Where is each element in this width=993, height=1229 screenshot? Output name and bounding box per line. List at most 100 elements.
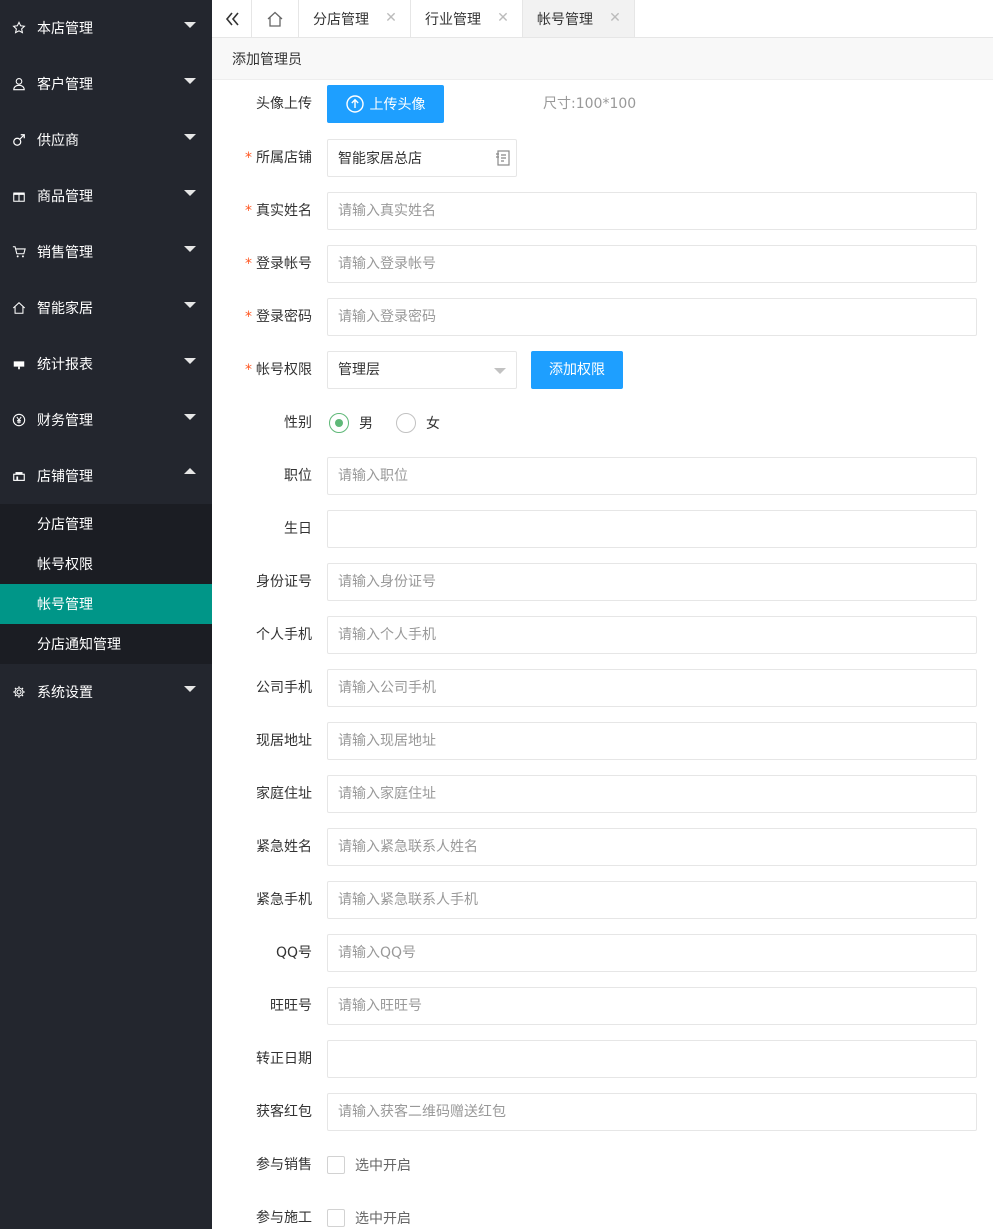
password-input[interactable] bbox=[327, 298, 977, 336]
mobile-row: 个人手机 bbox=[212, 616, 993, 654]
submenu-item-account-manage[interactable]: 帐号管理 bbox=[0, 584, 212, 624]
add-permission-button[interactable]: 添加权限 bbox=[531, 351, 623, 389]
redpacket-row: 获客红包 bbox=[212, 1093, 993, 1131]
submenu-item-branch-notice[interactable]: 分店通知管理 bbox=[0, 624, 212, 664]
emergency-mobile-input[interactable] bbox=[327, 881, 977, 919]
home-tab[interactable] bbox=[252, 0, 299, 37]
menu-label: 智能家居 bbox=[37, 301, 93, 317]
radio-label: 女 bbox=[426, 416, 440, 432]
radio-label: 男 bbox=[359, 416, 373, 432]
collapse-sidebar-button[interactable] bbox=[212, 0, 252, 37]
upload-icon bbox=[345, 95, 364, 113]
permission-select[interactable]: 管理层 bbox=[327, 351, 517, 389]
tab-branch-manage[interactable]: 分店管理 ✕ bbox=[299, 0, 411, 37]
menu-label: 统计报表 bbox=[37, 357, 93, 373]
page-title: 添加管理员 bbox=[212, 38, 993, 80]
size-hint: 尺寸:100*100 bbox=[543, 96, 637, 112]
close-icon[interactable]: ✕ bbox=[496, 11, 510, 25]
menu-item-reports[interactable]: 统计报表 bbox=[0, 336, 212, 392]
menu-item-shop-manage[interactable]: 店铺管理 bbox=[0, 448, 212, 504]
cart-icon bbox=[11, 244, 27, 260]
gender-row: 性别 男 女 bbox=[212, 404, 993, 442]
company-mobile-input[interactable] bbox=[327, 669, 977, 707]
menu-item-system-settings[interactable]: 系统设置 bbox=[0, 664, 212, 720]
chevron-down-icon bbox=[184, 190, 196, 196]
menu-label: 供应商 bbox=[37, 133, 79, 149]
position-label: 职位 bbox=[284, 468, 312, 484]
emergency-name-input[interactable] bbox=[327, 828, 977, 866]
address-label: 现居地址 bbox=[256, 733, 312, 749]
home-icon bbox=[11, 300, 27, 316]
login-row: * 登录帐号 bbox=[212, 245, 993, 283]
close-icon[interactable]: ✕ bbox=[608, 11, 622, 25]
menu-item-store-manage[interactable]: 本店管理 bbox=[0, 0, 212, 56]
qq-input[interactable] bbox=[327, 934, 977, 972]
menu-item-customers[interactable]: 客户管理 bbox=[0, 56, 212, 112]
home-address-input[interactable] bbox=[327, 775, 977, 813]
login-input[interactable] bbox=[327, 245, 977, 283]
birthday-input[interactable] bbox=[327, 510, 977, 548]
checkbox-label: 选中开启 bbox=[355, 1211, 411, 1227]
male-icon bbox=[11, 132, 27, 148]
mobile-input[interactable] bbox=[327, 616, 977, 654]
position-input[interactable] bbox=[327, 457, 977, 495]
redpacket-label: 获客红包 bbox=[256, 1104, 312, 1120]
shop-label: * 所属店铺 bbox=[245, 150, 312, 166]
sidebar: 本店管理 客户管理 供应商 商品管理 销售管理 智能家居 统计报表 财务管理 店 bbox=[0, 0, 212, 1229]
wangwang-label: 旺旺号 bbox=[270, 998, 312, 1014]
shop-select-icon[interactable] bbox=[495, 149, 511, 167]
menu-item-sales[interactable]: 销售管理 bbox=[0, 224, 212, 280]
close-icon[interactable]: ✕ bbox=[384, 11, 398, 25]
menu-label: 本店管理 bbox=[37, 21, 93, 37]
chevron-down-icon bbox=[184, 134, 196, 140]
menu-item-suppliers[interactable]: 供应商 bbox=[0, 112, 212, 168]
chevron-down-icon bbox=[184, 302, 196, 308]
construction-checkbox[interactable]: 选中开启 bbox=[327, 1199, 411, 1229]
idcard-input[interactable] bbox=[327, 563, 977, 601]
emergency-mobile-row: 紧急手机 bbox=[212, 881, 993, 919]
birthday-row: 生日 bbox=[212, 510, 993, 548]
caret-down-icon bbox=[494, 368, 506, 374]
menu-item-smart-home[interactable]: 智能家居 bbox=[0, 280, 212, 336]
upload-avatar-button[interactable]: 上传头像 bbox=[327, 85, 444, 123]
gear-icon bbox=[11, 684, 27, 700]
mobile-label: 个人手机 bbox=[256, 627, 312, 643]
store-icon bbox=[11, 468, 27, 484]
avatar-label: 头像上传 bbox=[256, 96, 312, 112]
permission-value: 管理层 bbox=[338, 362, 380, 378]
chevron-up-icon bbox=[184, 468, 196, 474]
tab-industry-manage[interactable]: 行业管理 ✕ bbox=[411, 0, 523, 37]
sales-checkbox[interactable]: 选中开启 bbox=[327, 1146, 411, 1184]
menu-label: 店铺管理 bbox=[37, 469, 93, 485]
permission-row: * 帐号权限 管理层 添加权限 bbox=[212, 351, 993, 389]
address-row: 现居地址 bbox=[212, 722, 993, 760]
address-input[interactable] bbox=[327, 722, 977, 760]
menu-item-products[interactable]: 商品管理 bbox=[0, 168, 212, 224]
submenu-item-account-permissions[interactable]: 帐号权限 bbox=[0, 544, 212, 584]
emergency-mobile-label: 紧急手机 bbox=[256, 892, 312, 908]
company-mobile-label: 公司手机 bbox=[256, 680, 312, 696]
login-label: * 登录帐号 bbox=[245, 256, 312, 272]
emergency-name-row: 紧急姓名 bbox=[212, 828, 993, 866]
shop-field[interactable] bbox=[327, 139, 517, 177]
home-icon bbox=[267, 11, 283, 27]
realname-row: * 真实姓名 bbox=[212, 192, 993, 230]
regular-date-input[interactable] bbox=[327, 1040, 977, 1078]
tab-account-manage[interactable]: 帐号管理 ✕ bbox=[523, 0, 635, 37]
redpacket-input[interactable] bbox=[327, 1093, 977, 1131]
birthday-label: 生日 bbox=[284, 521, 312, 537]
gender-female-radio[interactable]: 女 bbox=[396, 404, 440, 442]
user-icon bbox=[11, 76, 27, 92]
company-mobile-row: 公司手机 bbox=[212, 669, 993, 707]
realname-input[interactable] bbox=[327, 192, 977, 230]
star-icon bbox=[11, 20, 27, 36]
password-label: * 登录密码 bbox=[245, 309, 312, 325]
wangwang-input[interactable] bbox=[327, 987, 977, 1025]
submenu-item-branch[interactable]: 分店管理 bbox=[0, 504, 212, 544]
gender-male-radio[interactable]: 男 bbox=[329, 404, 373, 442]
chevron-down-icon bbox=[184, 22, 196, 28]
upload-label: 上传头像 bbox=[369, 97, 426, 113]
radio-circle bbox=[329, 413, 349, 433]
wangwang-row: 旺旺号 bbox=[212, 987, 993, 1025]
menu-item-finance[interactable]: 财务管理 bbox=[0, 392, 212, 448]
